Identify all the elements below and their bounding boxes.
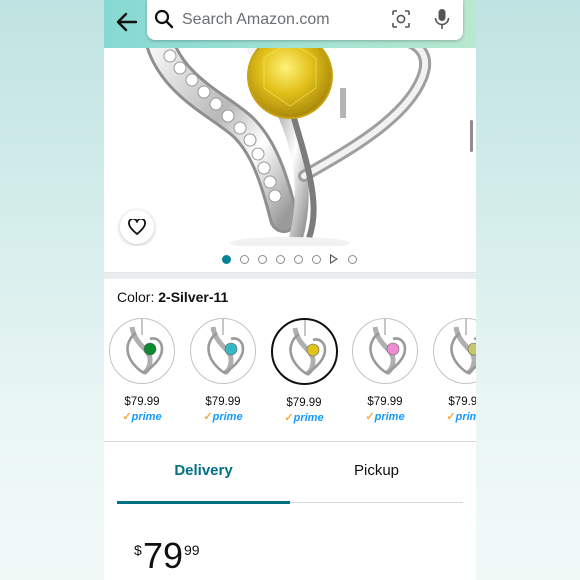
gem: [306, 343, 320, 357]
pagination-dot[interactable]: [312, 255, 321, 264]
prime-badge: ✓prime: [271, 411, 337, 425]
product-image[interactable]: [104, 48, 476, 246]
wishlist-heart-button[interactable]: [120, 210, 154, 244]
divider: [104, 441, 476, 442]
search-icon: [154, 9, 174, 29]
color-swatch[interactable]: $79.99 ✓prime: [109, 318, 175, 424]
pagination-dot[interactable]: [348, 255, 357, 264]
prime-label: prime: [455, 411, 476, 423]
prime-check-icon: ✓: [122, 411, 132, 423]
swatch-image: [271, 318, 338, 385]
color-swatch[interactable]: $79.99 ✓prime: [352, 318, 418, 424]
video-play-icon[interactable]: [330, 254, 338, 264]
gem: [143, 342, 157, 356]
prime-check-icon: ✓: [446, 411, 456, 423]
swatch-price: $79.99: [286, 397, 322, 409]
prime-label: prime: [131, 411, 162, 423]
swatch-price: $79.99: [367, 396, 403, 408]
prime-label: prime: [293, 412, 324, 424]
prime-check-icon: ✓: [284, 412, 294, 424]
prime-check-icon: ✓: [203, 411, 213, 423]
microphone-icon[interactable]: [433, 8, 451, 30]
pagination-dot[interactable]: [294, 255, 303, 264]
swatch-image: [352, 318, 418, 384]
pendant-thumbnail: [450, 319, 476, 376]
swatch-price: $79.99: [124, 396, 160, 408]
color-swatch[interactable]: $79.99 ✓prime: [190, 318, 256, 424]
swatch-image: [109, 318, 175, 384]
image-pagination: [104, 246, 476, 273]
heart-icon: [128, 219, 146, 235]
pagination-dot[interactable]: [276, 255, 285, 264]
pendant-image: [145, 48, 432, 246]
section-divider: [104, 273, 476, 279]
app-screen: Search Amazon.com Color: 2-Silver-11 $79…: [104, 0, 476, 580]
scrollbar[interactable]: [470, 120, 473, 152]
gem: [386, 342, 400, 356]
search-input[interactable]: Search Amazon.com: [182, 11, 330, 29]
pendant-thumbnail: [289, 320, 327, 377]
back-arrow-icon[interactable]: [114, 9, 140, 35]
gem: [224, 342, 238, 356]
pagination-dot[interactable]: [222, 255, 231, 264]
price-fraction: 99: [184, 542, 200, 558]
background-left: [0, 0, 104, 580]
search-bar[interactable]: Search Amazon.com: [147, 0, 463, 40]
camera-scan-icon[interactable]: [391, 9, 411, 29]
price-whole: 79: [143, 535, 184, 576]
tab-underline: [290, 502, 463, 503]
pagination-dot[interactable]: [240, 255, 249, 264]
prime-label: prime: [212, 411, 243, 423]
pendant-thumbnail: [126, 319, 164, 376]
top-bar: Search Amazon.com: [104, 0, 476, 48]
price-currency: $: [134, 542, 142, 558]
background-right: [476, 0, 580, 580]
tab-pickup[interactable]: Pickup: [290, 462, 463, 502]
prime-badge: ✓prime: [433, 410, 476, 424]
swatch-price: $79.99: [448, 396, 476, 408]
prime-badge: ✓prime: [190, 410, 256, 424]
color-label-prefix: Color:: [117, 289, 155, 305]
swatch-image: [190, 318, 256, 384]
prime-badge: ✓prime: [109, 410, 175, 424]
color-swatch[interactable]: $79.99 ✓prime: [271, 318, 338, 425]
pendant-thumbnail: [207, 319, 245, 376]
prime-check-icon: ✓: [365, 411, 375, 423]
tab-delivery[interactable]: Delivery: [117, 462, 290, 502]
color-swatch[interactable]: $79.99 ✓prime: [433, 318, 476, 424]
swatch-image: [433, 318, 476, 384]
selected-color-name: 2-Silver-11: [158, 289, 229, 305]
prime-label: prime: [374, 411, 405, 423]
prime-badge: ✓prime: [352, 410, 418, 424]
pagination-dot[interactable]: [258, 255, 267, 264]
pendant-thumbnail: [369, 319, 407, 376]
color-label: Color: 2-Silver-11: [117, 289, 228, 305]
active-tab-indicator: [117, 501, 290, 504]
swatch-price: $79.99: [205, 396, 241, 408]
